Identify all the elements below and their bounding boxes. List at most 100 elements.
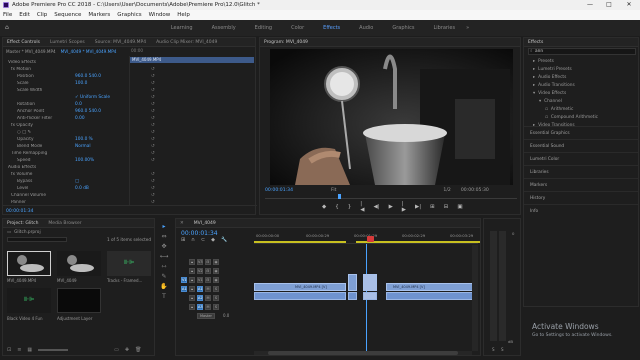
ec-property-value[interactable]: 960.0 540.0 [75,109,101,114]
ec-property-value[interactable]: 0.00 [75,116,85,121]
track-name[interactable]: A1 [197,285,203,292]
workspace-editing[interactable]: Editing [255,25,272,31]
sequence-clip-selector[interactable]: MVI_4049 * MVI_4049.MP4 [61,49,117,54]
solo-button[interactable]: S [213,303,219,310]
solo-right-button[interactable]: S [501,347,504,352]
tab-audio-clip-mixer[interactable]: Audio Clip Mixer: MVI_4049 [156,40,217,45]
reset-parameter-icon[interactable]: ↺ [151,158,155,163]
pen-tool[interactable]: ✎ [159,272,169,282]
ec-property-row[interactable]: Audio Effects [5,164,129,171]
snap-icon[interactable]: ∩ [191,237,195,243]
program-timecode[interactable]: 00:00:01:34 [265,188,293,193]
step-back-button[interactable]: ◀| [373,204,379,210]
program-video-frame[interactable] [270,49,513,185]
reset-parameter-icon[interactable]: ↺ [151,179,155,184]
reset-parameter-icon[interactable]: ↺ [151,186,155,191]
program-playhead[interactable] [338,194,341,199]
lock-track-icon[interactable]: 🔒︎ [189,285,195,292]
timeline-ruler[interactable]: 00:00:00:00 00:00:00:29 00:00:01:29 00:0… [254,230,480,244]
work-area-bar[interactable] [254,241,346,243]
mark-out-button[interactable]: } [348,204,352,210]
ec-property-row[interactable]: fx Volume ↺ [5,171,155,178]
menu-window[interactable]: Window [149,12,171,18]
program-scrub-bar[interactable] [265,194,517,199]
menu-sequence[interactable]: Sequence [54,12,81,18]
reset-parameter-icon[interactable]: ↺ [151,102,155,107]
lock-track-icon[interactable]: 🔒︎ [189,267,195,274]
reset-parameter-icon[interactable]: ↺ [151,95,155,100]
tree-item-presets[interactable]: ▸ Presets [528,57,636,65]
scroll-thumb[interactable] [268,351,458,355]
menu-markers[interactable]: Markers [88,12,110,18]
panel-essential-sound[interactable]: Essential Sound [524,139,638,152]
clip-v2-c[interactable] [363,274,377,291]
zoom-slider[interactable] [38,349,69,351]
program-quality-select[interactable]: 1/2 [443,188,450,193]
tab-project[interactable]: Project: Glitch [7,221,38,226]
reset-parameter-icon[interactable]: ↺ [151,130,155,135]
ec-property-value[interactable]: 100.0 % [75,137,93,142]
clip-a1-d[interactable] [386,292,476,300]
ec-property-value[interactable]: 100.00% [75,158,94,163]
master-clip-selector[interactable]: Master * MVI_4049.MP4 [6,49,56,54]
panel-history[interactable]: History [524,191,638,204]
sync-lock-icon[interactable]: ⊟ [205,267,211,274]
close-button[interactable]: ✕ [622,0,636,10]
add-marker-icon[interactable]: ◆ [211,237,215,243]
timeline-timecode[interactable]: 00:00:01:34 [181,230,218,237]
solo-left-button[interactable]: S [492,347,495,352]
panel-libraries[interactable]: Libraries [524,165,638,178]
effects-search-field[interactable]: ⌕ ann [528,48,636,55]
ec-property-row[interactable]: Opacity 100.0 % ↺ [5,136,155,143]
bin-item-adjustment-layer[interactable] [57,288,101,313]
timeline-playhead-head[interactable] [367,236,374,242]
extract-button[interactable]: ⊟ [444,204,449,210]
ec-property-row[interactable]: Scale Width ↺ [5,87,155,94]
close-tab-icon[interactable]: ✕ [180,221,184,226]
tab-source[interactable]: Source: MVI_4049.MP4 [95,40,146,45]
export-frame-button[interactable]: ▣ [457,204,462,210]
ec-property-value[interactable]: □ [75,179,79,184]
track-name[interactable]: Master [197,312,215,319]
tab-effects[interactable]: Effects [528,40,543,45]
ec-property-value[interactable]: 100.0 [75,81,87,86]
reset-parameter-icon[interactable]: ↺ [151,193,155,198]
reset-parameter-icon[interactable]: ↺ [151,137,155,142]
step-forward-button[interactable]: |▶ [402,201,406,213]
track-name[interactable]: V3 [197,258,203,265]
tree-item-video-effects[interactable]: ▾ Video Effects [528,89,636,97]
reset-parameter-icon[interactable]: ↺ [151,109,155,114]
ec-property-value[interactable]: 0.0 dB [75,186,89,191]
clip-v2-b[interactable] [348,274,357,291]
track-name[interactable]: A3 [197,303,203,310]
bin-item-clip[interactable] [7,251,51,276]
timeline-horizontal-scrollbar[interactable] [254,351,472,355]
bin-item-black-video[interactable]: ⊪⊫ [7,288,51,313]
ec-property-value[interactable]: 0.0 [75,102,82,107]
ec-property-row[interactable]: Channel Volume ↺ [5,192,155,199]
linked-selection-icon[interactable]: ⊂ [201,237,205,243]
minimize-button[interactable]: — [583,0,597,10]
track-select-tool[interactable]: ⇔ [159,232,169,242]
lift-button[interactable]: ⊞ [430,204,435,210]
new-bin-icon[interactable]: ▭ [114,347,119,353]
source-patch[interactable]: A1 [181,285,187,292]
menu-file[interactable]: File [3,12,12,18]
ripple-edit-tool[interactable]: ✥ [159,242,169,252]
ec-property-row[interactable]: fx Motion ↺ [5,66,155,73]
project-search-input[interactable] [7,237,67,242]
source-patch[interactable]: V1 [181,276,187,283]
tree-item-lumetri-presets[interactable]: ▸ Lumetri Presets [528,65,636,73]
workspace-graphics[interactable]: Graphics [392,25,414,31]
reset-parameter-icon[interactable]: ↺ [151,88,155,93]
ec-property-value[interactable]: ✓ Uniform Scale [75,95,110,100]
selection-tool[interactable]: ▸ [159,222,169,232]
lock-track-icon[interactable]: 🔒︎ [189,258,195,265]
go-to-in-button[interactable]: |◀ [360,201,364,213]
ec-property-row[interactable]: ✓ Uniform Scale ↺ [5,94,155,101]
mark-in-button[interactable]: { [335,204,339,210]
workspace-assembly[interactable]: Assembly [212,25,236,31]
sync-lock-icon[interactable]: ⊟ [205,258,211,265]
workspace-learning[interactable]: Learning [171,25,193,31]
tree-item-compound-arithmetic[interactable]: ▫ Compound Arithmetic [528,113,636,121]
